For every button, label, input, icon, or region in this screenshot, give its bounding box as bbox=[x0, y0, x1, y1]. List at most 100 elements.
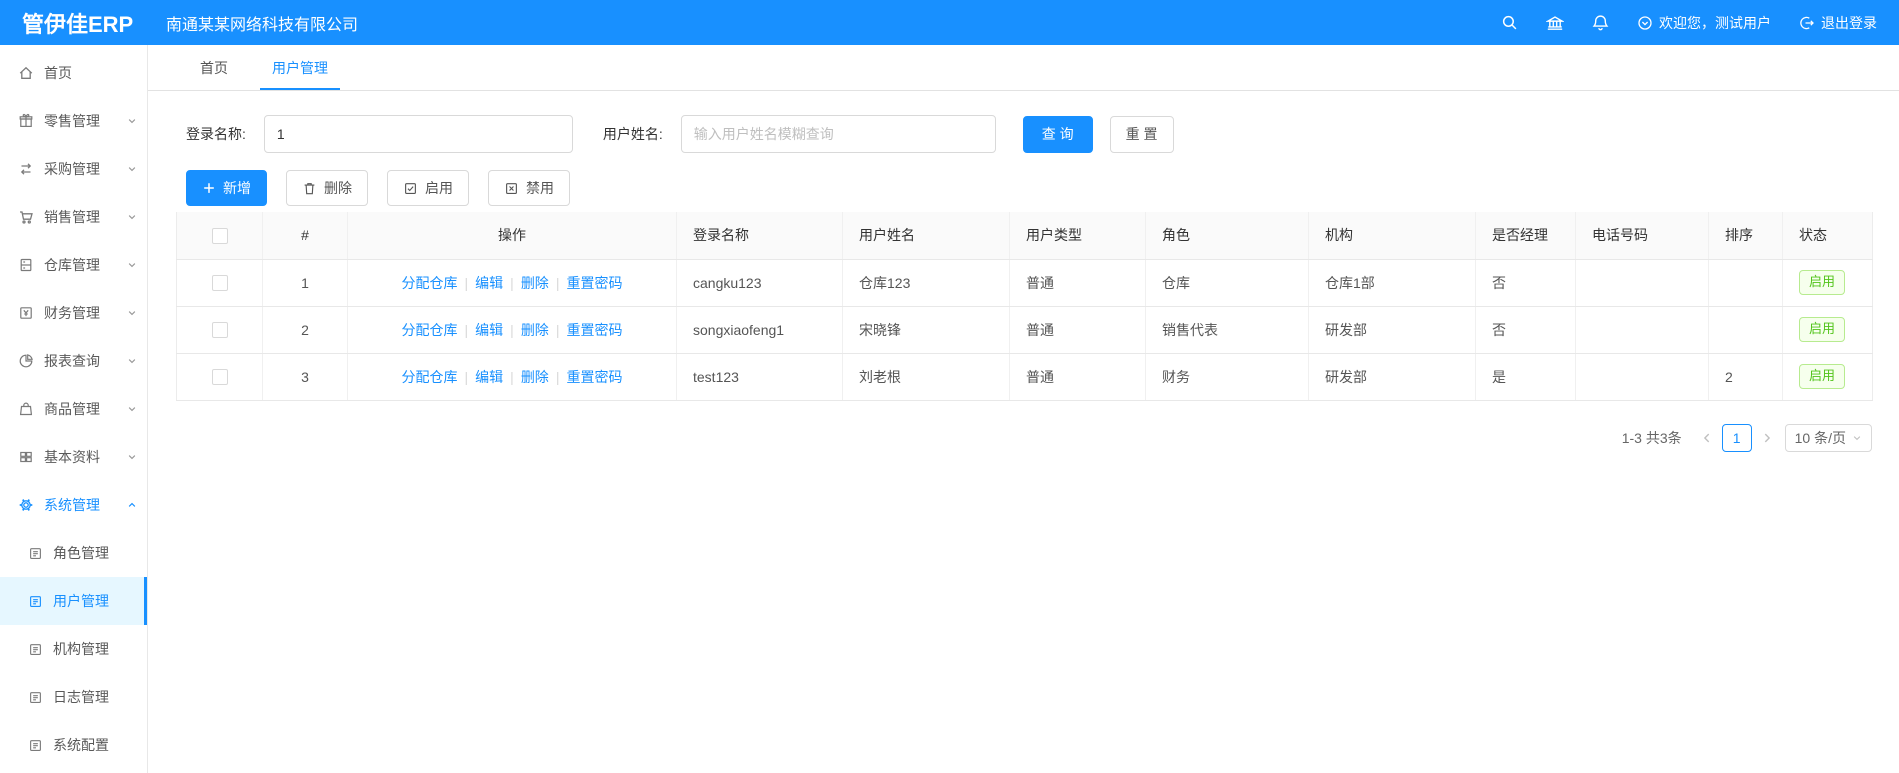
column-actions: 操作 bbox=[347, 212, 677, 260]
grid-icon bbox=[18, 449, 34, 465]
disable-button[interactable]: 禁用 bbox=[488, 170, 570, 206]
chevron-down-icon bbox=[127, 404, 137, 414]
add-button[interactable]: 新增 bbox=[186, 170, 267, 206]
header-actions: 欢迎您，测试用户 退出登录 bbox=[1501, 13, 1899, 33]
logout-button[interactable]: 退出登录 bbox=[1799, 13, 1877, 33]
chevron-down-icon bbox=[1853, 435, 1861, 440]
column-manager: 是否经理 bbox=[1475, 212, 1576, 260]
row-checkbox[interactable] bbox=[211, 369, 228, 386]
cell-login: cangku123 bbox=[676, 259, 843, 307]
delete-link[interactable]: 删除 bbox=[521, 322, 549, 338]
cell-login: test123 bbox=[676, 353, 843, 401]
top-header: 管伊佳ERP 南通某某网络科技有限公司 欢迎您，测试用户 退出登录 bbox=[0, 0, 1899, 45]
assign-warehouse-link[interactable]: 分配仓库 bbox=[402, 369, 458, 385]
sidebar-item-reports[interactable]: 报表查询 bbox=[0, 337, 147, 385]
sidebar-item-log-management[interactable]: 日志管理 bbox=[0, 673, 147, 721]
sidebar-item-warehouse[interactable]: 仓库管理 bbox=[0, 241, 147, 289]
user-name-label: 用户姓名: bbox=[602, 126, 663, 142]
reset-password-link[interactable]: 重置密码 bbox=[566, 275, 622, 291]
chevron-down-icon bbox=[127, 452, 137, 462]
user-name-input[interactable] bbox=[680, 115, 996, 153]
cell-sort: 2 bbox=[1708, 353, 1783, 401]
sidebar-item-basic-data[interactable]: 基本资料 bbox=[0, 433, 147, 481]
tab-user-management[interactable]: 用户管理 bbox=[250, 45, 350, 90]
cell-phone bbox=[1575, 306, 1709, 354]
row-checkbox[interactable] bbox=[211, 275, 228, 292]
sidebar-item-user-management[interactable]: 用户管理 bbox=[0, 577, 147, 625]
chevron-down-icon bbox=[127, 164, 137, 174]
delete-button[interactable]: 删除 bbox=[286, 170, 368, 206]
finance-icon bbox=[18, 305, 34, 321]
company-name: 南通某某网络科技有限公司 bbox=[166, 16, 359, 34]
table-row: 2 分配仓库 | 编辑 | 删除 | 重置密码 songxiaofeng1 宋晓锋 普通 销… bbox=[176, 306, 1873, 354]
pie-chart-icon bbox=[18, 353, 34, 369]
sidebar-item-system-config[interactable]: 系统配置 bbox=[0, 721, 147, 769]
cell-phone bbox=[1575, 353, 1709, 401]
logout-icon bbox=[1800, 16, 1814, 29]
bank-icon[interactable] bbox=[1546, 14, 1564, 32]
column-index: # bbox=[262, 212, 348, 260]
assign-warehouse-link[interactable]: 分配仓库 bbox=[402, 322, 458, 338]
select-all-checkbox[interactable] bbox=[211, 227, 228, 244]
status-badge: 启用 bbox=[1799, 270, 1846, 295]
plus-icon bbox=[204, 183, 214, 193]
app-logo: 管伊佳ERP bbox=[22, 11, 134, 37]
cell-name: 刘老根 bbox=[842, 353, 1010, 401]
cell-type: 普通 bbox=[1009, 306, 1146, 354]
cell-org: 研发部 bbox=[1308, 353, 1476, 401]
app-window: 管伊佳ERP 南通某某网络科技有限公司 欢迎您，测试用户 退出登录 首页 零售管… bbox=[0, 0, 1899, 773]
sidebar-item-sales[interactable]: 销售管理 bbox=[0, 193, 147, 241]
assign-warehouse-link[interactable]: 分配仓库 bbox=[402, 275, 458, 291]
reset-password-link[interactable]: 重置密码 bbox=[566, 322, 622, 338]
reset-password-link[interactable]: 重置密码 bbox=[566, 369, 622, 385]
cell-login: songxiaofeng1 bbox=[676, 306, 843, 354]
cell-name: 仓库123 bbox=[842, 259, 1010, 307]
cell-sort bbox=[1708, 306, 1783, 354]
sidebar-item-system[interactable]: 系统管理 bbox=[0, 481, 147, 529]
page-content: 登录名称: 用户姓名: 查 询 重 置 新增 删除 bbox=[148, 91, 1899, 773]
cell-manager: 是 bbox=[1475, 353, 1576, 401]
prev-page-button[interactable] bbox=[1697, 432, 1717, 444]
swap-icon bbox=[18, 161, 34, 177]
profile-icon bbox=[28, 642, 43, 657]
cell-org: 研发部 bbox=[1308, 306, 1476, 354]
edit-link[interactable]: 编辑 bbox=[475, 275, 503, 291]
table-row: 1 分配仓库 | 编辑 | 删除 | 重置密码 cangku123 仓库123 普通 仓库 … bbox=[176, 259, 1873, 307]
chevron-down-icon bbox=[127, 260, 137, 270]
sidebar-item-home[interactable]: 首页 bbox=[0, 49, 147, 97]
login-name-input[interactable] bbox=[263, 115, 573, 153]
tab-bar: 首页 用户管理 bbox=[148, 45, 1899, 91]
chevron-down-icon bbox=[127, 308, 137, 318]
bell-icon[interactable] bbox=[1592, 14, 1609, 31]
down-circle-icon bbox=[1638, 15, 1652, 30]
chevron-down-icon bbox=[127, 212, 137, 222]
sidebar-item-finance[interactable]: 财务管理 bbox=[0, 289, 147, 337]
reset-button[interactable]: 重 置 bbox=[1109, 115, 1174, 153]
search-icon[interactable] bbox=[1501, 14, 1518, 31]
row-checkbox[interactable] bbox=[211, 322, 228, 339]
pagination-total: 1-3 共3条 bbox=[1621, 429, 1682, 446]
chevron-down-icon bbox=[127, 356, 137, 366]
tab-home[interactable]: 首页 bbox=[178, 45, 250, 90]
welcome-text: 欢迎您，测试用户 bbox=[1659, 14, 1771, 31]
cell-manager: 否 bbox=[1475, 306, 1576, 354]
enable-button[interactable]: 启用 bbox=[387, 170, 469, 206]
user-menu[interactable]: 欢迎您，测试用户 bbox=[1637, 13, 1771, 33]
cell-type: 普通 bbox=[1009, 259, 1146, 307]
sidebar-item-retail[interactable]: 零售管理 bbox=[0, 97, 147, 145]
delete-link[interactable]: 删除 bbox=[521, 275, 549, 291]
sidebar-item-products[interactable]: 商品管理 bbox=[0, 385, 147, 433]
sidebar-item-role-management[interactable]: 角色管理 bbox=[0, 529, 147, 577]
edit-link[interactable]: 编辑 bbox=[475, 322, 503, 338]
search-button[interactable]: 查 询 bbox=[1022, 115, 1093, 153]
x-square-icon bbox=[506, 182, 517, 194]
edit-link[interactable]: 编辑 bbox=[475, 369, 503, 385]
logout-label: 退出登录 bbox=[1821, 14, 1877, 31]
delete-link[interactable]: 删除 bbox=[521, 369, 549, 385]
sidebar-item-purchase[interactable]: 采购管理 bbox=[0, 145, 147, 193]
sidebar-item-org-management[interactable]: 机构管理 bbox=[0, 625, 147, 673]
table-toolbar: 新增 删除 启用 禁用 bbox=[176, 170, 1872, 206]
page-number[interactable]: 1 bbox=[1721, 423, 1752, 452]
next-page-button[interactable] bbox=[1757, 432, 1777, 444]
page-size-select[interactable]: 10 条/页 bbox=[1784, 423, 1872, 452]
